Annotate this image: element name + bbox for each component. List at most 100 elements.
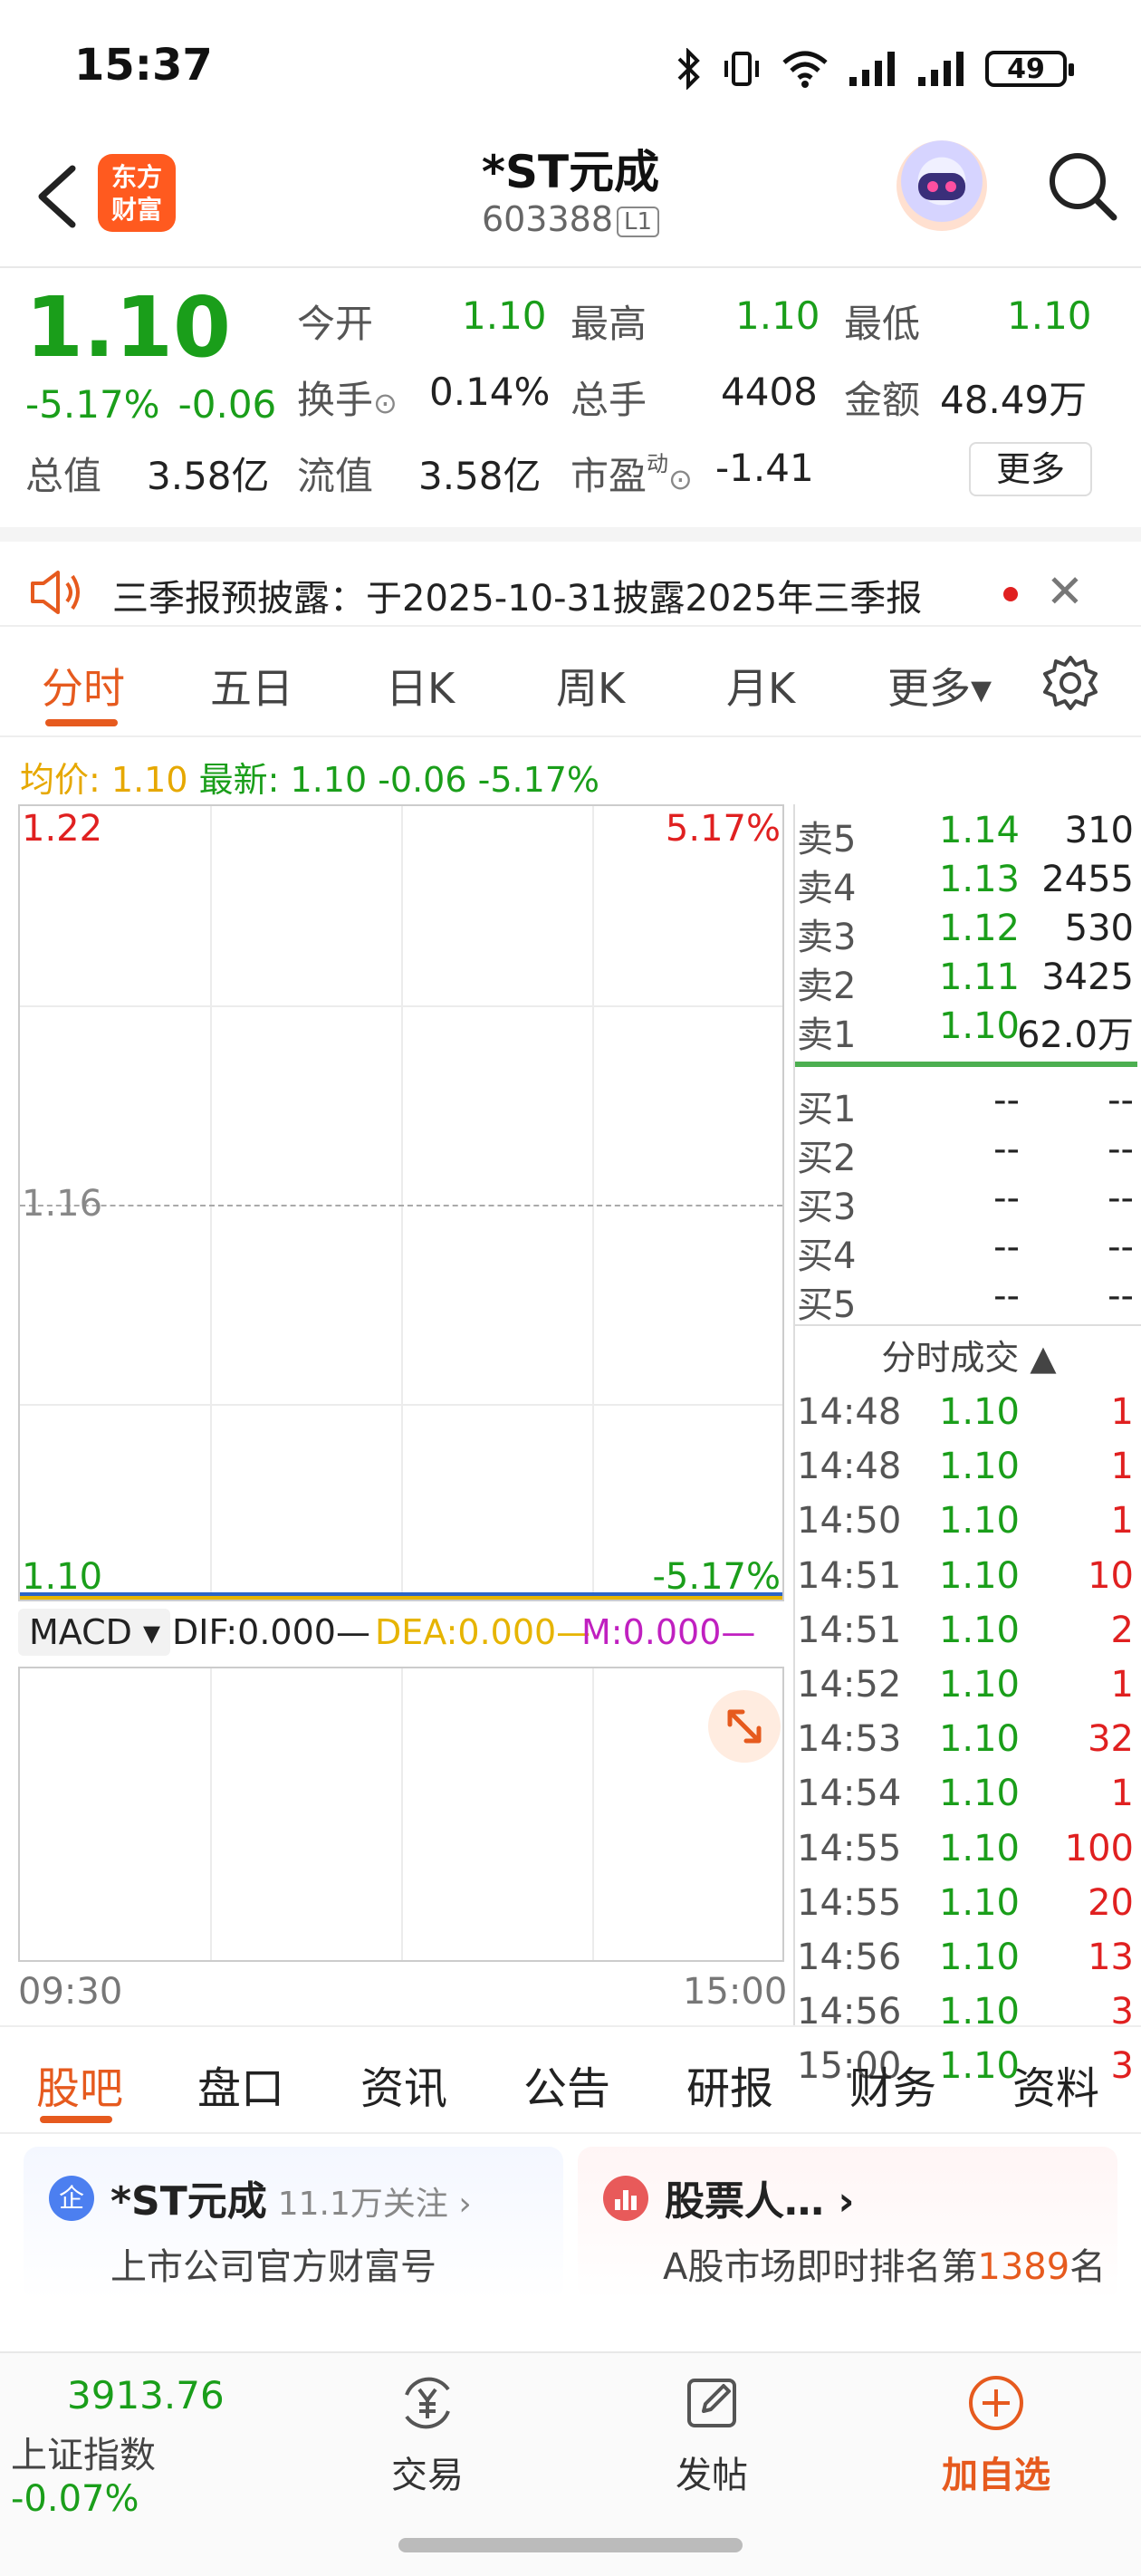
trade-row-time: 14:48: [797, 1446, 902, 1488]
grid-line: [592, 806, 594, 1600]
trade-row[interactable]: 14:54 1.10 1: [795, 1769, 1137, 1818]
tab-daily-k[interactable]: 日K: [386, 656, 455, 716]
tab-monthly-k[interactable]: 月K: [726, 656, 795, 716]
tab-intraday[interactable]: 分时: [42, 656, 125, 716]
trade-row-time: 14:51: [797, 1554, 902, 1597]
back-button[interactable]: [27, 156, 91, 237]
intraday-chart[interactable]: 1.22 5.17% 1.16 1.10 -5.17%: [18, 804, 784, 1601]
volume-value: 4408: [721, 370, 818, 414]
notice-close-button[interactable]: ✕: [1046, 565, 1084, 618]
add-watchlist-button[interactable]: 加自选: [924, 2371, 1069, 2507]
trade-button[interactable]: 交易: [355, 2371, 500, 2507]
ask-row-volume: 3425: [1041, 956, 1134, 998]
app-logo[interactable]: 东方 财富: [98, 154, 176, 232]
gear-icon: [1043, 656, 1098, 710]
home-indicator[interactable]: [398, 2538, 743, 2552]
bid-row[interactable]: 买4 -- --: [795, 1223, 1137, 1277]
rank-prefix: A股市场即时排名第: [663, 2246, 978, 2288]
tab-weekly-k[interactable]: 周K: [556, 656, 625, 716]
trade-row-price: 1.10: [938, 1391, 1020, 1433]
indicator-selector[interactable]: MACD ▾: [18, 1609, 170, 1656]
chevron-left-icon: [38, 165, 76, 228]
grid-line: [20, 1005, 782, 1007]
popularity-rank-card[interactable]: 股票人… › A股市场即时排名第1389名: [578, 2147, 1117, 2301]
assistant-avatar-icon[interactable]: [896, 140, 987, 231]
follower-count: 11.1万关注 ›: [277, 2186, 472, 2223]
change-amount: -0.06: [177, 382, 277, 427]
intraday-trades-toggle[interactable]: 分时成交 ▲: [795, 1330, 1141, 1379]
tab-profile[interactable]: 资料: [1012, 2052, 1099, 2116]
macd-chart[interactable]: [18, 1667, 784, 1962]
notice-bar[interactable]: 三季报预披露：于2025-10-31披露2025年三季报 ✕: [0, 527, 1141, 627]
company-name: *ST元成: [110, 2178, 267, 2225]
speaker-icon: [27, 567, 85, 618]
robot-icon: [918, 173, 965, 200]
trade-row[interactable]: 14:51 1.10 2: [795, 1606, 1137, 1655]
high-value: 1.10: [735, 293, 820, 338]
trade-row[interactable]: 14:56 1.10 13: [795, 1933, 1137, 1982]
chart-settings-button[interactable]: [1041, 654, 1099, 712]
current-price: 1.10: [25, 279, 231, 376]
trade-row[interactable]: 14:50 1.10 1: [795, 1496, 1137, 1545]
bid-row-price: --: [993, 1177, 1020, 1219]
float-label: 流值: [297, 454, 374, 498]
expand-icon: [727, 1709, 762, 1744]
wifi-icon: [782, 51, 828, 88]
company-account-card[interactable]: 企 *ST元成 11.1万关注 › 上市公司官方财富号: [24, 2147, 563, 2301]
ask-row[interactable]: 卖4 1.13 2455: [795, 855, 1137, 909]
logo-line-2: 财富: [110, 195, 162, 225]
more-quote-button[interactable]: 更多: [969, 442, 1092, 496]
signal-icon: [849, 52, 895, 86]
trade-row[interactable]: 14:55 1.10 100: [795, 1824, 1137, 1873]
turnover-label[interactable]: 换手⊙: [297, 370, 398, 425]
bid-row[interactable]: 买3 -- --: [795, 1174, 1137, 1228]
tab-more[interactable]: 更多▾: [887, 656, 992, 716]
trade-row[interactable]: 14:51 1.10 10: [795, 1552, 1137, 1600]
trade-row-time: 14:56: [797, 1937, 902, 1978]
expand-chart-button[interactable]: [708, 1690, 781, 1763]
ask-row[interactable]: 卖5 1.14 310: [795, 806, 1137, 860]
latest-value: 1.10 -0.06 -5.17%: [290, 760, 600, 800]
tab-order-panel[interactable]: 盘口: [197, 2052, 284, 2116]
trade-row-price: 1.10: [938, 1554, 1020, 1597]
trade-row-volume: 2: [1110, 1609, 1134, 1651]
tab-announcements[interactable]: 公告: [523, 2052, 610, 2116]
ask-row[interactable]: 卖2 1.11 3425: [795, 953, 1137, 1007]
tab-forum[interactable]: 股吧: [36, 2052, 123, 2116]
trade-row[interactable]: 14:48 1.10 1: [795, 1442, 1137, 1491]
float-value: 3.58亿: [418, 454, 542, 498]
trade-row-time: 14:50: [797, 1500, 902, 1543]
tab-five-day[interactable]: 五日: [210, 656, 293, 716]
avg-price-label: 均价:: [20, 760, 101, 800]
post-button[interactable]: 发帖: [639, 2371, 784, 2507]
tab-finance[interactable]: 财务: [849, 2052, 936, 2116]
bid-row-price: --: [993, 1129, 1020, 1170]
unread-dot: [1003, 587, 1018, 601]
pe-label[interactable]: 市盈动⊙: [570, 446, 693, 501]
macd-indicator-bar: MACD ▾ DIF:0.000— DEA:0.000— M:0.000—: [18, 1607, 784, 1661]
tab-research[interactable]: 研报: [686, 2052, 773, 2116]
trade-row[interactable]: 14:52 1.10 1: [795, 1660, 1137, 1709]
ask-row[interactable]: 卖3 1.12 530: [795, 904, 1137, 958]
bid-row[interactable]: 买2 -- --: [795, 1125, 1137, 1179]
ask-row-price: 1.11: [938, 956, 1020, 998]
bid-row[interactable]: 买1 -- --: [795, 1076, 1137, 1130]
trade-row-price: 1.10: [938, 1827, 1020, 1870]
y-tick-top: 1.22: [22, 808, 103, 850]
trade-row[interactable]: 14:53 1.10 32: [795, 1715, 1137, 1764]
post-label: 发帖: [676, 2455, 748, 2496]
trade-row[interactable]: 14:55 1.10 20: [795, 1879, 1137, 1927]
tab-news[interactable]: 资讯: [360, 2052, 447, 2116]
pe-sup: 动: [647, 451, 669, 476]
add-watchlist-label: 加自选: [942, 2455, 1050, 2496]
index-quote-button[interactable]: 3913.76 上证指数 -0.07%: [0, 2353, 272, 2520]
trade-row-price: 1.10: [938, 1937, 1020, 1978]
bid-row-volume: --: [1107, 1226, 1134, 1268]
ask-row[interactable]: 卖1 1.10 62.0万: [795, 1002, 1137, 1056]
bid-row-price: --: [993, 1080, 1020, 1121]
trade-row[interactable]: 14:48 1.10 1: [795, 1388, 1137, 1437]
index-change: -0.07%: [11, 2478, 139, 2520]
bid-row[interactable]: 买5 -- --: [795, 1272, 1137, 1326]
status-bar: 15:37 49: [0, 0, 1141, 136]
search-button[interactable]: [1041, 145, 1123, 226]
